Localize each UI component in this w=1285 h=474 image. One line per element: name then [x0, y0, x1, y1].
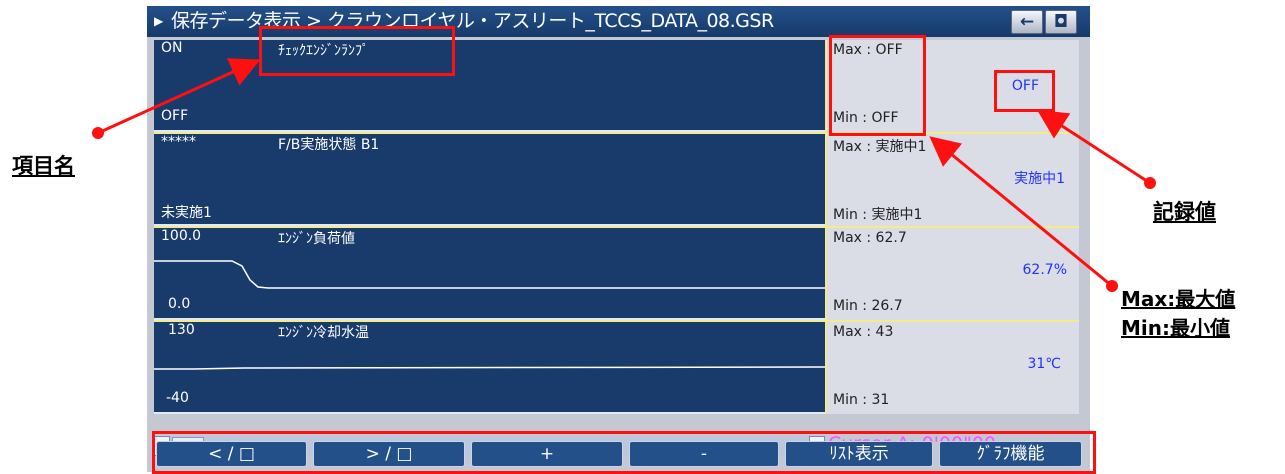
recorded-value-annotation: 記録値 — [1153, 200, 1216, 224]
annotation-arrows — [92, 58, 1156, 292]
min-annotation: Min:最小値 — [1121, 316, 1230, 340]
max-annotation: Max:最大値 — [1121, 287, 1236, 311]
item-name-annotation: 項目名 — [12, 154, 75, 178]
